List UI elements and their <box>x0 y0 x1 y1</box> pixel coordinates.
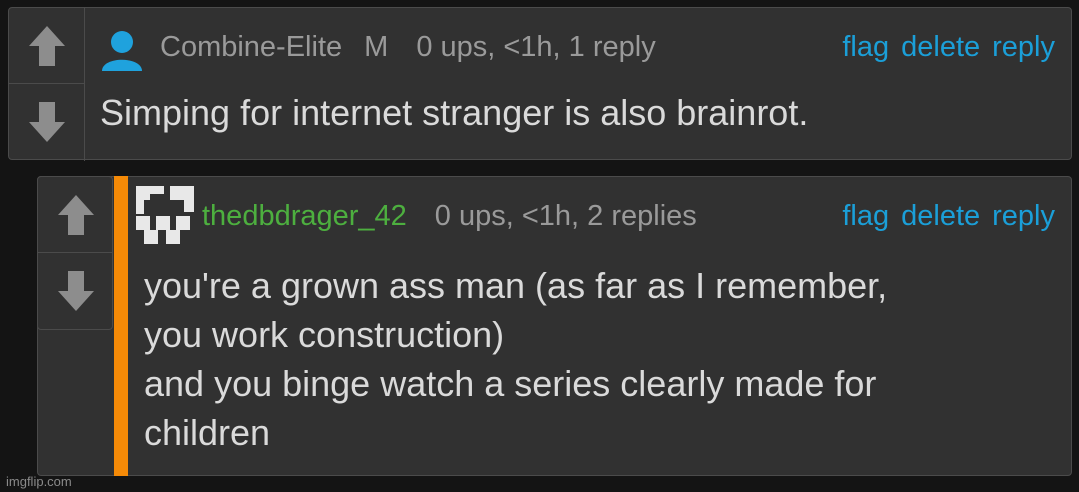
flag-link[interactable]: flag <box>842 31 889 63</box>
pixel-avatar-icon[interactable] <box>136 186 194 244</box>
reply-link[interactable]: reply <box>992 200 1055 232</box>
username[interactable]: thedbdrager_42 <box>202 200 407 232</box>
reply-accent-bar <box>114 176 128 476</box>
comment-card: Combine-Elite M 0 ups, <1h, 1 reply flag de… <box>8 7 1072 161</box>
comment-text: Simping for internet stranger is also br… <box>100 92 809 133</box>
flag-link[interactable]: flag <box>842 200 889 232</box>
user-avatar-icon[interactable] <box>100 28 144 72</box>
comment-meta: thedbdrager_42 0 ups, <1h, 2 replies <box>202 200 697 233</box>
watermark: imgflip.com <box>6 474 72 489</box>
delete-link[interactable]: delete <box>901 31 980 63</box>
mod-badge: M <box>364 31 389 63</box>
reply-comment-card: thedbdrager_42 0 ups, <1h, 2 replies flag… <box>37 176 1072 476</box>
downvote-button[interactable] <box>9 84 84 160</box>
downvote-button[interactable] <box>38 253 113 329</box>
arrow-up-icon <box>28 25 65 66</box>
arrow-up-icon <box>57 194 94 235</box>
comment-stats: 0 ups, <1h, 1 reply <box>416 31 656 63</box>
comment-meta: Combine-Elite M 0 ups, <1h, 1 reply <box>160 31 656 64</box>
vote-column <box>9 8 85 161</box>
username[interactable]: Combine-Elite <box>160 31 342 63</box>
vote-column <box>37 176 113 330</box>
reply-link[interactable]: reply <box>992 31 1055 63</box>
comment-actions: flag delete reply <box>830 31 1055 64</box>
comment-text: you're a grown ass man (as far as I reme… <box>144 265 888 453</box>
comment-stats: 0 ups, <1h, 2 replies <box>434 200 697 232</box>
comment-actions: flag delete reply <box>830 200 1055 233</box>
arrow-down-icon <box>28 102 65 142</box>
arrow-down-icon <box>57 271 94 311</box>
upvote-button[interactable] <box>9 8 84 84</box>
upvote-button[interactable] <box>38 177 113 253</box>
delete-link[interactable]: delete <box>901 200 980 232</box>
